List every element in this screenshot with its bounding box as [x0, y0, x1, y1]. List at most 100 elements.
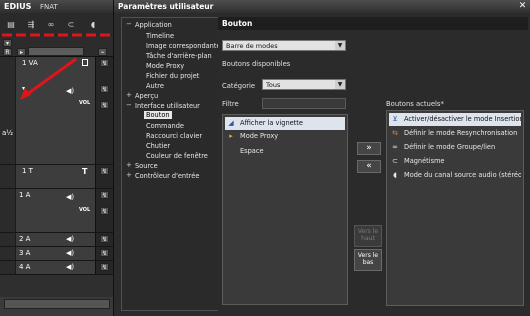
track-label: 1 A [19, 191, 31, 199]
tree-item-chutier[interactable]: Chutier [146, 142, 170, 150]
expand-icon[interactable]: + [126, 171, 132, 179]
expand-icon[interactable]: + [126, 161, 132, 169]
audio-channel-icon: ◖ [393, 171, 397, 179]
list-item-label: Définir le mode Groupe/lien [404, 143, 496, 151]
track-tabs [0, 233, 16, 246]
tree-item-image-correspondante[interactable]: Image correspondante [146, 42, 221, 50]
tree-item-couleur-fenetre[interactable]: Couleur de fenêtre [146, 152, 208, 160]
category-select[interactable]: Tous ▼ [262, 79, 346, 90]
proxy-icon: ▸ [229, 132, 233, 140]
speaker-icon[interactable]: ◀) [66, 235, 74, 243]
list-item[interactable]: ∞ Définir le mode Groupe/lien [389, 141, 521, 154]
list-item[interactable]: ⇆ Définir le mode Resynchronisation [389, 127, 521, 140]
resync-icon: ⇆ [392, 129, 398, 137]
list-item-label: Définir le mode Resynchronisation [404, 129, 518, 137]
tree-item-apercu[interactable]: Aperçu [135, 92, 158, 100]
insert-mode-icon: ⊻ [392, 115, 398, 123]
remove-button[interactable]: « [357, 160, 381, 173]
collapse-icon[interactable]: − [126, 20, 132, 28]
speaker-icon[interactable]: ◀) [66, 193, 74, 201]
track-button[interactable]: ↯ [100, 59, 109, 67]
sequence-icon[interactable]: ⇶ [24, 19, 38, 31]
list-item-label: Magnétisme [404, 157, 445, 165]
magnet-icon: ⊂ [392, 157, 398, 165]
expand-icon[interactable]: + [126, 91, 132, 99]
audio-wave-icon[interactable]: ◖ [86, 19, 100, 31]
track-1t: 1 T T ↯ [0, 165, 113, 189]
add-button[interactable]: » [357, 142, 381, 155]
track-button[interactable]: ↯ [100, 167, 109, 175]
track-button[interactable]: ↯ [100, 235, 109, 243]
edius-title-bar: EDIUS FNAT [0, 0, 113, 13]
user-settings-dialog: Paramètres utilisateur ✕ − Application T… [113, 0, 530, 316]
title-track-icon[interactable]: T [82, 167, 87, 176]
list-item[interactable]: ▸ Mode Proxy [225, 130, 345, 143]
mini-button[interactable]: ⌁ [98, 48, 107, 56]
mini-button[interactable]: ▾ [3, 39, 12, 47]
tree-item-tache-arriere-plan[interactable]: Tâche d'arrière-plan [146, 52, 212, 60]
available-buttons-list: ◢ Afficher la vignette ▸ Mode Proxy Espace [222, 114, 348, 305]
track-side-controls: ↯ [95, 233, 113, 246]
track-button[interactable]: ↯ [100, 85, 109, 93]
track-1a: 1 A ◀) VOL ↯ ↯ [0, 189, 113, 233]
list-item-label: Espace [240, 147, 264, 155]
list-item[interactable]: ⊂ Magnétisme [389, 155, 521, 168]
track-tabs [0, 247, 16, 260]
tree-item-fichier-projet[interactable]: Fichier du projet [146, 72, 199, 80]
mini-button[interactable]: R [3, 48, 12, 56]
tree-item-controleur-entree[interactable]: Contrôleur d'entrée [135, 172, 199, 180]
category-label: Catégorie [222, 82, 256, 90]
vol-label: VOL [79, 207, 91, 213]
collapse-icon[interactable]: − [126, 101, 132, 109]
close-icon[interactable]: ✕ [516, 0, 529, 12]
group-link-icon: ∞ [392, 143, 398, 151]
list-item[interactable]: ⊻ Activer/désactiver le mode Insertion [389, 113, 521, 126]
tree-item-commande[interactable]: Commande [146, 122, 184, 130]
sync-icon[interactable]: ⊂ [64, 19, 78, 31]
list-item-label: Activer/désactiver le mode Insertion [404, 115, 521, 123]
bar-select[interactable]: Barre de modes ▼ [222, 40, 346, 51]
tree-item-application[interactable]: Application [135, 21, 172, 29]
tree-item-mode-proxy[interactable]: Mode Proxy [146, 62, 184, 70]
layout-icon[interactable]: ▤ [4, 19, 18, 31]
track-tabs [0, 189, 16, 232]
red-arrow-annotation [20, 57, 77, 100]
track-tabs [0, 165, 16, 188]
chevron-down-icon: ▼ [335, 41, 345, 50]
tree-item-source[interactable]: Source [135, 162, 158, 170]
list-item[interactable]: ◢ Afficher la vignette [225, 117, 345, 130]
track-label: 1 T [22, 167, 33, 175]
list-item[interactable]: ◖ Mode du canal source audio (stéréo [389, 169, 521, 182]
track-button[interactable]: ↯ [100, 191, 109, 199]
filter-label: Filtre [222, 100, 239, 108]
speaker-icon[interactable]: ◀) [66, 263, 74, 271]
list-item[interactable]: Espace [225, 145, 345, 158]
project-name: FNAT [40, 3, 58, 11]
track-button[interactable]: ↯ [100, 263, 109, 271]
move-down-button[interactable]: Vers le bas [354, 249, 382, 271]
move-up-button[interactable]: Vers le haut [354, 225, 382, 247]
speaker-icon[interactable]: ◀) [66, 249, 74, 257]
track-side-controls: ↯ [95, 247, 113, 260]
filter-input[interactable] [262, 98, 346, 109]
link-icon[interactable]: ∞ [44, 19, 58, 31]
horizontal-scrollbar[interactable] [4, 299, 110, 309]
track-button[interactable]: ↯ [100, 207, 109, 215]
track-button[interactable]: ↯ [100, 249, 109, 257]
dialog-title-bar: Paramètres utilisateur ✕ [114, 0, 530, 13]
list-item-label: Afficher la vignette [240, 119, 303, 127]
track-4a: 4 A ◀) ↯ [0, 261, 113, 275]
track-label: 3 A [19, 249, 31, 257]
dialog-title: Paramètres utilisateur [118, 2, 214, 11]
track-mode-select[interactable] [28, 47, 84, 56]
tree-item-timeline[interactable]: Timeline [146, 32, 174, 40]
mini-button[interactable]: ▸ [17, 48, 26, 56]
tree-item-interface-utilisateur[interactable]: Interface utilisateur [135, 102, 200, 110]
track-button[interactable]: ↯ [100, 101, 109, 109]
tree-item-raccourci-clavier[interactable]: Raccourci clavier [146, 132, 202, 140]
app-name: EDIUS [4, 2, 32, 11]
tree-item-autre[interactable]: Autre [146, 82, 164, 90]
track-2a: 2 A ◀) ↯ [0, 233, 113, 247]
tree-item-bouton[interactable]: Bouton [144, 111, 172, 119]
track-side-controls: ↯ [95, 261, 113, 274]
